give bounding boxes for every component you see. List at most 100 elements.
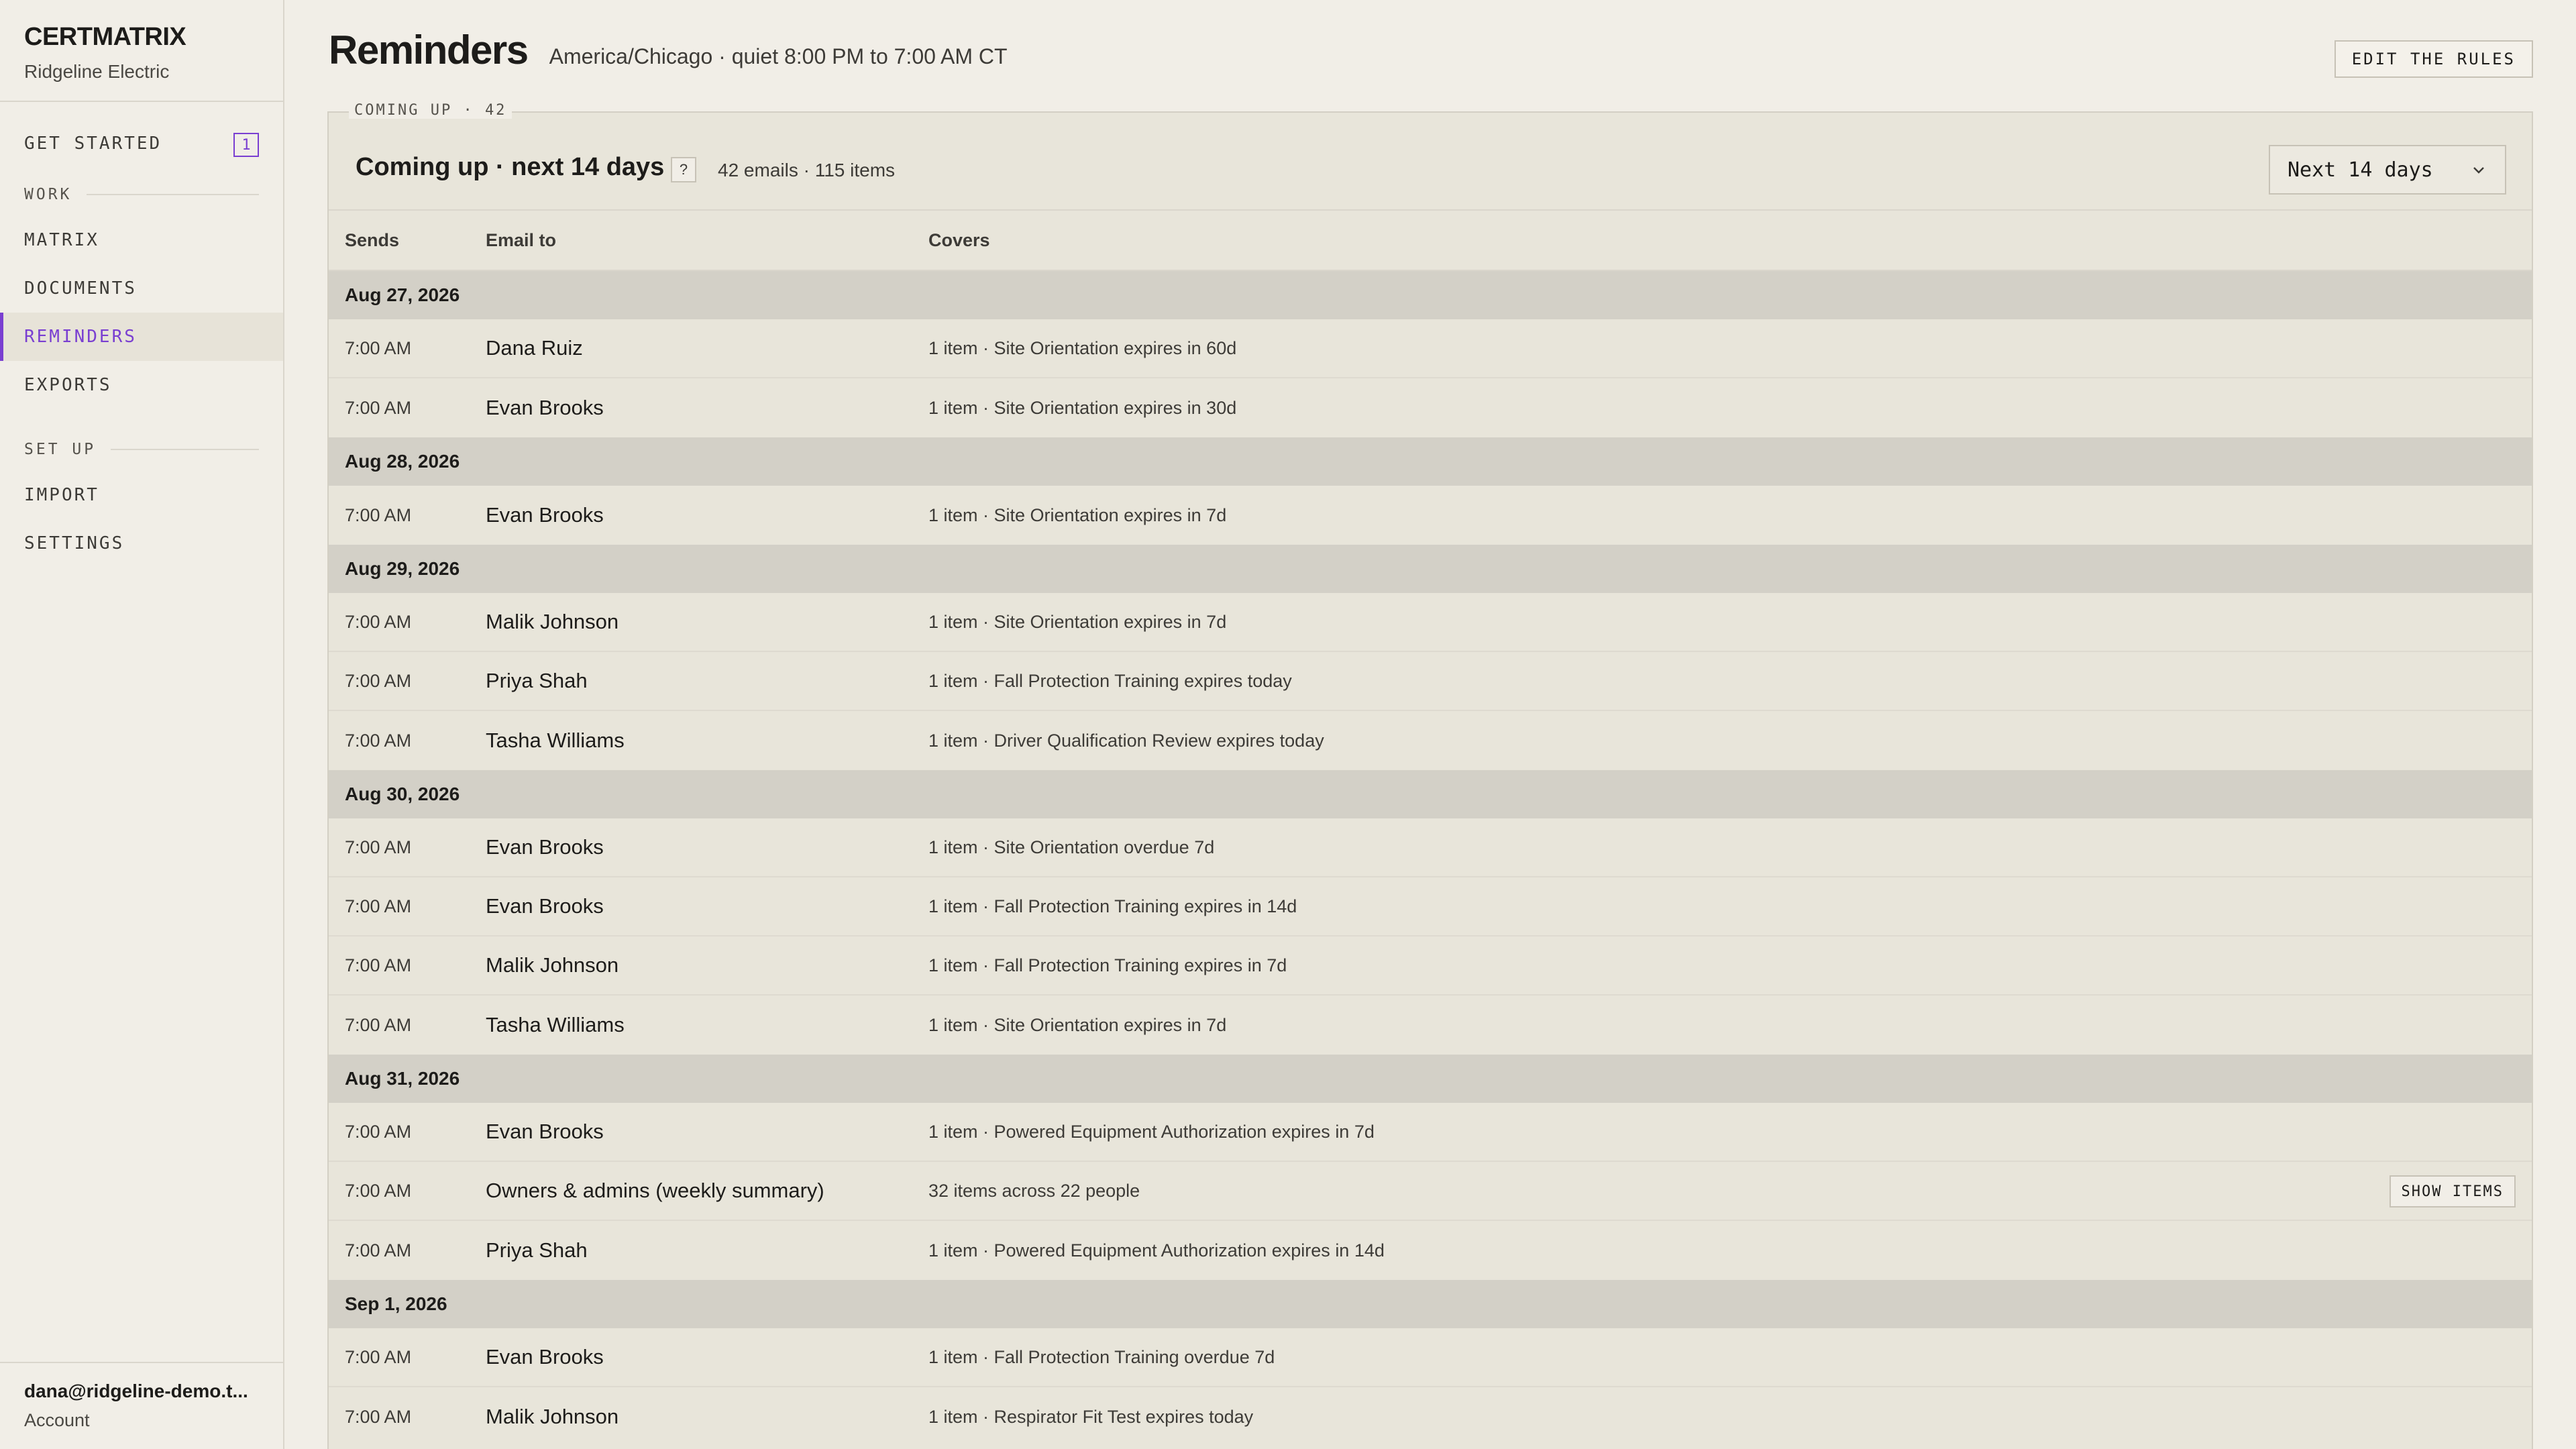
table-row[interactable]: 7:00 AM Malik Johnson 1 item · Fall Protec… [329,936,2532,996]
recipient-name: Owners & admins (weekly summary) [486,1179,824,1202]
covered-items: 1 item · Site Orientation overdue 7d [928,837,1215,857]
recipient-name: Evan Brooks [486,1345,604,1368]
chevron-down-icon [2473,167,2484,174]
covered-items: 1 item · Driver Qualification Review exp… [928,730,1324,751]
covered-items: 1 item · Site Orientation expires in 60d [928,337,1237,358]
table-row[interactable]: 7:00 AM Malik Johnson 1 item · Respirator … [329,1387,2532,1446]
recipient-name: Evan Brooks [486,396,604,419]
table-row[interactable]: 7:00 AM Malik Johnson 1 item · Site Orient… [329,593,2532,652]
covered-items: 1 item · Site Orientation expires in 7d [928,1014,1227,1035]
table-row[interactable]: 7:00 AM Tasha Williams 1 item · Driver Qua… [329,711,2532,770]
recipient-name: Malik Johnson [486,610,619,633]
send-time: 7:00 AM [345,1180,412,1201]
table-row[interactable]: 7:00 AM Tasha Williams 1 item · Site Orien… [329,996,2532,1055]
table-header: Sends Email to Covers [329,211,2532,271]
send-time: 7:00 AM [345,955,412,975]
page-header: Reminders America/Chicago · quiet 8:00 P… [329,27,1008,73]
send-time: 7:00 AM [345,1406,412,1427]
recipient-name: Dana Ruiz [486,336,583,360]
table-row[interactable]: 7:00 AM Owners & admins (weekly summary) 3… [329,1162,2532,1221]
table-row[interactable]: 7:00 AM Evan Brooks 1 item · Site Orientat… [329,818,2532,877]
covered-items: 1 item · Fall Protection Training overdu… [928,1346,1275,1367]
date-group-header: Aug 31, 2026 [329,1055,2532,1103]
send-time: 7:00 AM [345,1014,412,1035]
column-header-covers: Covers [928,229,990,250]
covered-items: 1 item · Site Orientation expires in 7d [928,611,1227,632]
recipient-name: Evan Brooks [486,835,604,859]
section-label-text: WORK [24,186,72,203]
date-group-header: Aug 30, 2026 [329,770,2532,818]
section-divider [87,194,259,195]
get-started-count-badge: 1 [233,133,259,157]
sidebar-item-settings[interactable]: SETTINGS [0,519,283,568]
date-group-header: Aug 29, 2026 [329,545,2532,593]
covered-items: 1 item · Site Orientation expires in 7d [928,504,1227,525]
panel-header: Coming up · next 14 days ? 42 emails · 1… [329,113,2532,211]
send-time: 7:00 AM [345,397,412,418]
send-time: 7:00 AM [345,337,412,358]
recipient-name: Evan Brooks [486,1120,604,1143]
recipient-name: Malik Johnson [486,1405,619,1428]
reminder-table-body: Aug 27, 2026 7:00 AM Dana Ruiz 1 item · Sit… [329,271,2532,1446]
recipient-name: Tasha Williams [486,729,625,752]
recipient-name: Priya Shah [486,1238,588,1262]
date-group-header: Aug 28, 2026 [329,437,2532,486]
covered-items: 1 item · Site Orientation expires in 30d [928,397,1237,418]
sidebar-item-matrix[interactable]: MATRIX [0,216,283,264]
date-group-header: Aug 27, 2026 [329,271,2532,319]
sidebar: CERTMATRIX Ridgeline Electric GET STARTE… [0,0,284,1449]
sidebar-item-import[interactable]: IMPORT [0,471,283,519]
column-header-email-to: Email to [486,229,557,250]
column-header-sends: Sends [345,229,400,250]
covered-items: 1 item · Powered Equipment Authorization… [928,1121,1375,1142]
table-row[interactable]: 7:00 AM Evan Brooks 1 item · Powered Equip… [329,1103,2532,1162]
table-row[interactable]: 7:00 AM Evan Brooks 1 item · Site Orientat… [329,486,2532,545]
date-range-select[interactable]: Next 14 days [2269,145,2506,195]
covered-items: 1 item · Powered Equipment Authorization… [928,1240,1385,1260]
sidebar-item-get-started[interactable]: GET STARTED 1 [0,119,283,168]
send-time: 7:00 AM [345,504,412,525]
recipient-name: Priya Shah [486,669,588,692]
send-time: 7:00 AM [345,670,412,691]
table-row[interactable]: 7:00 AM Priya Shah 1 item · Fall Protectio… [329,652,2532,711]
sidebar-item-exports[interactable]: EXPORTS [0,361,283,409]
recipient-name: Evan Brooks [486,894,604,918]
account-email: dana@ridgeline-demo.t... [24,1381,248,1401]
sidebar-section-label: WORK [0,173,283,216]
table-row[interactable]: 7:00 AM Priya Shah 1 item · Powered Equipm… [329,1221,2532,1280]
send-time: 7:00 AM [345,1346,412,1367]
show-items-button[interactable]: SHOW ITEMS [2389,1175,2516,1208]
recipient-name: Malik Johnson [486,953,619,977]
sidebar-item-reminders[interactable]: REMINDERS [0,313,283,361]
table-row[interactable]: 7:00 AM Evan Brooks 1 item · Fall Protecti… [329,877,2532,936]
table-row[interactable]: 7:00 AM Evan Brooks 1 item · Fall Protecti… [329,1328,2532,1387]
sidebar-nav: WORK MATRIX DOCUMENTS REMINDERS EXPORTS SET U… [0,173,283,568]
send-time: 7:00 AM [345,730,412,751]
help-icon[interactable]: ? [671,157,696,182]
covered-items: 32 items across 22 people [928,1180,1140,1201]
send-time: 7:00 AM [345,611,412,632]
section-divider [111,449,259,450]
table-row[interactable]: 7:00 AM Dana Ruiz 1 item · Site Orientatio… [329,319,2532,378]
account-label: Account [24,1410,90,1430]
send-time: 7:00 AM [345,1240,412,1260]
sidebar-section-label: SET UP [0,428,283,471]
send-time: 7:00 AM [345,896,412,916]
account-menu[interactable]: dana@ridgeline-demo.t... Account [0,1362,283,1449]
table-row[interactable]: 7:00 AM Evan Brooks 1 item · Site Orientat… [329,378,2532,437]
covered-items: 1 item · Fall Protection Training expire… [928,896,1297,916]
timezone-quiet-hours: America/Chicago · quiet 8:00 PM to 7:00 … [549,44,1008,68]
coming-up-panel: COMING UP · 42 Coming up · next 14 days … [327,102,2533,1449]
panel-summary-counts: 42 emails · 115 items [718,160,896,180]
brand-logo-text[interactable]: CERTMATRIX [24,23,259,52]
edit-rules-button[interactable]: EDIT THE RULES [2334,40,2533,78]
covered-items: 1 item · Fall Protection Training expire… [928,670,1292,691]
main-content: Reminders America/Chicago · quiet 8:00 P… [284,0,2576,1449]
page-title: Reminders [329,28,529,72]
sidebar-item-documents[interactable]: DOCUMENTS [0,264,283,313]
send-time: 7:00 AM [345,1121,412,1142]
recipient-name: Tasha Williams [486,1013,625,1036]
section-label-text: SET UP [24,441,97,458]
covered-items: 1 item · Fall Protection Training expire… [928,955,1287,975]
recipient-name: Evan Brooks [486,503,604,527]
